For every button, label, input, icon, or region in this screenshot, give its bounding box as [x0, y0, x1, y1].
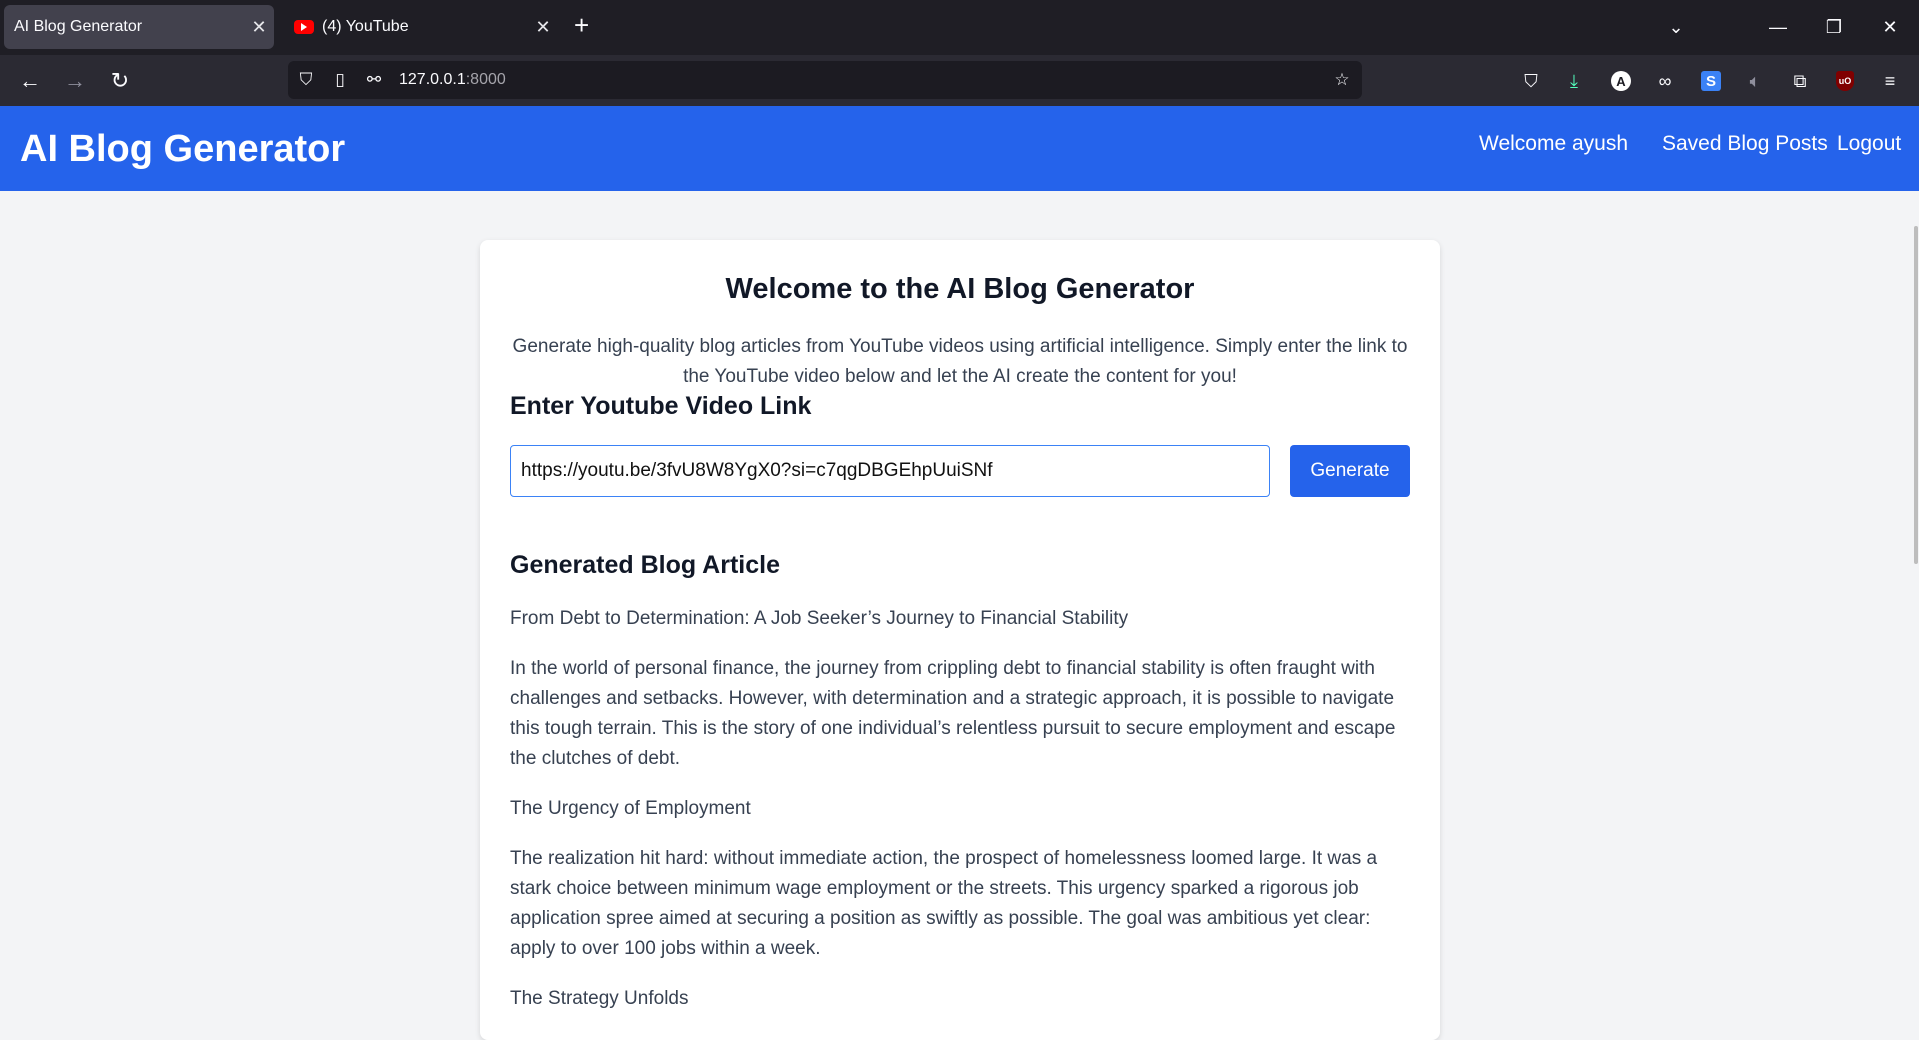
address-bar[interactable]: ⛉ ▯ ⚯ 127.0.0.1:8000 ☆ [288, 61, 1362, 99]
bookmark-star-icon[interactable]: ☆ [1330, 68, 1354, 92]
s-extension-label: S [1701, 71, 1721, 91]
youtube-link-input[interactable] [510, 445, 1270, 497]
menu-icon[interactable]: ≡ [1876, 67, 1904, 95]
article-paragraph: The realization hit hard: without immedi… [510, 848, 1378, 959]
youtube-icon [294, 20, 314, 34]
url-port: :8000 [465, 71, 506, 88]
url-text[interactable]: 127.0.0.1:8000 [399, 71, 506, 89]
tab-youtube[interactable]: (4) YouTube ✕ [288, 5, 558, 49]
forward-icon[interactable]: → [61, 67, 89, 95]
new-tab-icon[interactable]: + [574, 10, 589, 41]
site-brand[interactable]: AI Blog Generator [20, 128, 345, 171]
article-paragraph: In the world of personal finance, the jo… [510, 658, 1396, 769]
tab-title: (4) YouTube [322, 18, 409, 35]
incognito-mask-icon[interactable]: ∞ [1651, 67, 1679, 95]
minimize-icon[interactable]: — [1750, 17, 1806, 38]
puzzle-icon[interactable]: ⧉ [1786, 67, 1814, 95]
ublock-label: uO [1836, 71, 1854, 91]
article-paragraph: From Debt to Determination: A Job Seeker… [510, 608, 1129, 629]
logout-link[interactable]: Logout [1837, 132, 1901, 156]
s-extension-icon[interactable]: S [1697, 67, 1725, 95]
tab-title: AI Blog Generator [14, 18, 143, 35]
reload-icon[interactable]: ↻ [106, 67, 134, 95]
article-heading: Generated Blog Article [510, 551, 780, 579]
generator-card: Welcome to the AI Blog Generator Generat… [480, 240, 1440, 1040]
a-extension-label: A [1611, 71, 1631, 91]
scrollbar-thumb[interactable] [1914, 226, 1918, 564]
tab-ai-blog-generator[interactable]: AI Blog Generator ✕ [4, 5, 274, 49]
site-header: AI Blog Generator Welcome ayush Saved Bl… [0, 106, 1919, 191]
back-icon[interactable]: ← [16, 67, 44, 95]
close-tab-icon[interactable]: ✕ [528, 17, 558, 38]
welcome-user: Welcome ayush [1479, 132, 1629, 155]
close-tab-icon[interactable]: ✕ [244, 17, 274, 38]
permissions-icon[interactable]: ⚯ [362, 68, 386, 92]
saved-blog-posts-link[interactable]: Saved Blog Posts [1662, 132, 1828, 156]
scrollbar[interactable] [1913, 106, 1919, 1010]
input-heading: Enter Youtube Video Link [510, 392, 812, 420]
a-extension-icon[interactable]: A [1607, 67, 1635, 95]
restore-icon[interactable]: ❐ [1806, 17, 1862, 38]
url-host: 127.0.0.1 [399, 71, 466, 88]
speaker-icon[interactable]: 🔈︎ [1741, 67, 1769, 95]
page-icon[interactable]: ▯ [328, 68, 352, 92]
ublock-icon[interactable]: uO [1831, 67, 1859, 95]
page-title: Welcome to the AI Blog Generator [725, 273, 1195, 305]
list-all-tabs-icon[interactable]: ⌄ [1648, 17, 1704, 38]
generated-article: From Debt to Determination: A Job Seeker… [510, 604, 1410, 1034]
shield-icon[interactable]: ⛉ [294, 68, 318, 92]
intro-text: Generate high-quality blog articles from… [512, 336, 1408, 387]
close-window-icon[interactable]: ✕ [1862, 17, 1918, 38]
generate-button[interactable]: Generate [1290, 445, 1410, 497]
article-paragraph: The Urgency of Employment [510, 798, 751, 819]
browser-tab-bar: AI Blog Generator ✕ (4) YouTube ✕ + ⌄ — … [0, 0, 1919, 55]
pocket-icon[interactable]: ⛉ [1517, 67, 1545, 95]
browser-toolbar: ← → ↻ ⛉ ▯ ⚯ 127.0.0.1:8000 ☆ ⛉ ⤓ A ∞ S 🔈… [0, 55, 1919, 106]
download-icon[interactable]: ⤓ [1560, 67, 1588, 95]
